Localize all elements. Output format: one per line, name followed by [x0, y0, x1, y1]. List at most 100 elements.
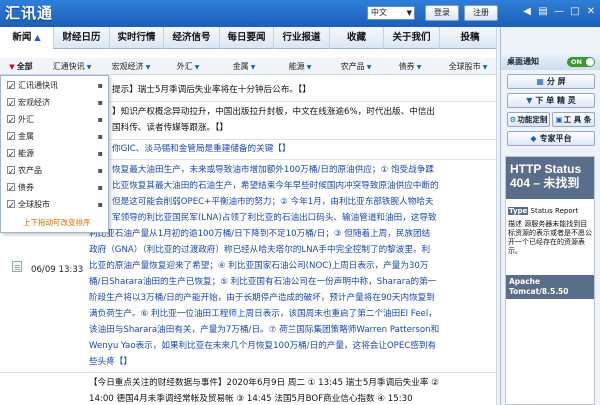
tab-calendar[interactable]: 财经日历 [54, 27, 110, 49]
tab-quotes[interactable]: 实时行情 [110, 27, 164, 49]
tab-favorites[interactable]: 收藏 [330, 27, 384, 49]
filter-item[interactable]: 外汇 ▪ [7, 112, 105, 129]
checkbox-checked-icon[interactable] [7, 96, 15, 112]
news-doc-icon [12, 261, 22, 272]
tab-industry[interactable]: 行业报道 [274, 27, 330, 49]
chevron-down-icon: ▼ [406, 9, 412, 17]
drag-handle-icon[interactable]: ▪ [98, 197, 103, 213]
minimize-icon[interactable]: — [552, 5, 566, 19]
filter-label: 汇讯通快讯 [18, 81, 58, 90]
filter-label: 债券 [18, 183, 34, 192]
expert-icon: ◆ [530, 134, 537, 143]
error-type-label: Type [508, 207, 529, 215]
category-stocks[interactable]: 全球股市 ▼ [436, 58, 500, 75]
category-flash[interactable]: 汇通快讯 ▼ [42, 58, 102, 75]
drag-handle-icon[interactable]: ▪ [98, 163, 103, 179]
checkbox-checked-icon[interactable] [7, 147, 15, 163]
custom-features-button[interactable]: ⚙功能定制 [507, 112, 550, 127]
drag-handle-icon[interactable]: ▪ [98, 112, 103, 128]
category-label: 外汇 [176, 62, 193, 71]
filter-item[interactable]: 债券 ▪ [7, 180, 105, 197]
news-line[interactable]: 该油田与Sharara油田有关，产量为7万桶/日。⑦ 荷兰国际集团策略师Warr… [0, 322, 496, 338]
checkbox-checked-icon[interactable] [7, 181, 15, 197]
checkbox-checked-icon[interactable] [7, 113, 15, 129]
tab-about[interactable]: 关于我们 [384, 27, 440, 49]
category-bonds[interactable]: 债券 ▼ [384, 58, 436, 75]
order-wizard-button[interactable]: ▼ 下 单 精 灵 [507, 93, 595, 108]
tab-signals[interactable]: 经济信号 [164, 27, 220, 49]
news-line[interactable]: 桶/日Sharara油田的生产已恢复；⑤ 利比亚国有石油公司在一份声明中称，Sh… [0, 274, 496, 290]
category-metals[interactable]: 金属 ▼ [216, 58, 272, 75]
split-screen-button[interactable]: ▦ 分 屏 [507, 74, 595, 89]
news-line[interactable]: 阶段生产将以3万桶/日的产能开始，由于长期停产造成的破坏，预计产量将在90天内恢… [0, 290, 496, 306]
tab-daily[interactable]: 每日要闻 [220, 27, 274, 49]
notify-toggle[interactable]: ON [567, 57, 595, 67]
split-icon: ▦ [536, 77, 544, 86]
news-line[interactable]: 政府（GNA）（利比亚的过渡政府）称已经从哈夫塔尔的LNA手中完全控制了的黎波里… [0, 242, 496, 258]
checkbox-checked-icon[interactable] [7, 164, 15, 180]
triangle-down-icon: ▼ [145, 64, 151, 71]
category-bar: ▼ 全部 汇通快讯 ▼ 宏观经济 ▼ 外汇 ▼ 金属 ▼ 能源 ▼ 农产品 ▼ 债券 ▼ 全球股… [0, 58, 500, 75]
category-all[interactable]: ▼ 全部 [0, 58, 42, 75]
filter-label: 全球股市 [18, 200, 50, 209]
button-label: 专家平台 [539, 134, 572, 143]
category-energy[interactable]: 能源 ▼ [272, 58, 328, 75]
category-forex[interactable]: 外汇 ▼ [160, 58, 216, 75]
filter-item[interactable]: 全球股市 ▪ [7, 197, 105, 214]
drag-handle-icon[interactable]: ▪ [98, 95, 103, 111]
gear-icon: ⚙ [509, 115, 517, 124]
sound-icon[interactable]: ◀ [520, 5, 534, 19]
close-icon[interactable]: ✕ [584, 5, 598, 19]
drag-handle-icon[interactable]: ▪ [98, 78, 103, 94]
category-label: 汇通快讯 [52, 62, 85, 71]
settings-icon[interactable]: ▤ [536, 5, 550, 19]
caret-down-icon: ▼ [9, 63, 15, 71]
divider [0, 372, 496, 373]
notify-title: 桌面通知 [507, 57, 539, 66]
filter-item[interactable]: 农产品 ▪ [7, 163, 105, 180]
expert-platform-button[interactable]: ◆ 专家平台 [507, 131, 595, 146]
news-line[interactable]: 14:00 德国4月未季调经常帐及贸易帐 ③ 14:45 法国5月BOF商业信心… [0, 391, 496, 405]
tools-icon: ▣ [555, 115, 563, 124]
language-select[interactable]: 中文 ▼ [367, 6, 415, 20]
triangle-down-icon: ▼ [250, 64, 256, 71]
news-line[interactable]: 【今日重点关注的财经数据与事件】2020年6月9日 周二 ① 13:45 瑞士5… [0, 375, 496, 391]
category-label: 金属 [232, 62, 249, 71]
category-label: 农产品 [340, 62, 365, 71]
maximize-icon[interactable]: □ [568, 5, 582, 19]
filter-item[interactable]: 宏观经济 ▪ [7, 95, 105, 112]
login-button[interactable]: 登录 [425, 5, 459, 21]
checkbox-checked-icon[interactable] [7, 198, 15, 214]
category-label: 全球股市 [448, 62, 481, 71]
register-button[interactable]: 注册 [464, 5, 498, 21]
main-nav: 新闻 ▲ 财经日历 实时行情 经济信号 每日要闻 行业报道 收藏 关于我们 投稿 [0, 27, 500, 49]
filter-item[interactable]: 金属 ▪ [7, 129, 105, 146]
tab-news[interactable]: 新闻 ▲ [0, 27, 54, 49]
drag-handle-icon[interactable]: ▪ [98, 180, 103, 196]
triangle-down-icon: ▼ [416, 64, 422, 71]
error-type: Type Status Report [508, 207, 578, 215]
category-filter-dropdown: 汇讯通快讯▪ 宏观经济▪ 外汇▪ 金属▪ 能源▪ 农产品▪ 债券▪ 全球股市▪ … [0, 75, 109, 233]
triangle-down-icon: ▼ [194, 64, 200, 71]
cart-icon: ▼ [526, 96, 533, 105]
category-label: 债券 [398, 62, 415, 71]
filter-item[interactable]: 汇讯通快讯 ▪ [7, 78, 105, 95]
checkbox-checked-icon[interactable] [7, 79, 15, 95]
filter-label: 宏观经济 [18, 98, 50, 107]
category-agri[interactable]: 农产品 ▼ [328, 58, 384, 75]
news-line[interactable]: Wenyu Yao表示，如果利比亚在未来几个月恢复100万桶/日的产量，这将会让… [0, 338, 496, 354]
error-type-value: Status Report [530, 207, 579, 215]
toolbar-button[interactable]: ▣工 具 条 [552, 112, 595, 127]
drag-handle-icon[interactable]: ▪ [98, 129, 103, 145]
news-line[interactable]: 满负荷生产。⑥ 利比亚一位油田工程师上周日表示，该国周末也重启了第二个油田El … [0, 306, 496, 322]
category-macro[interactable]: 宏观经济 ▼ [102, 58, 160, 75]
ad-frame: HTTP Status 404 – 未找到 Type Status Report… [505, 156, 595, 405]
button-label: 工 具 条 [563, 115, 592, 124]
drag-handle-icon[interactable]: ▪ [98, 146, 103, 162]
checkbox-checked-icon[interactable] [7, 130, 15, 146]
news-line[interactable]: 些头疼【】 [0, 354, 496, 370]
filter-label: 农产品 [18, 166, 42, 175]
error-footer: Apache Tomcat/8.5.50 [506, 275, 594, 299]
tab-submit[interactable]: 投稿 [440, 27, 500, 49]
filter-item[interactable]: 能源 ▪ [7, 146, 105, 163]
